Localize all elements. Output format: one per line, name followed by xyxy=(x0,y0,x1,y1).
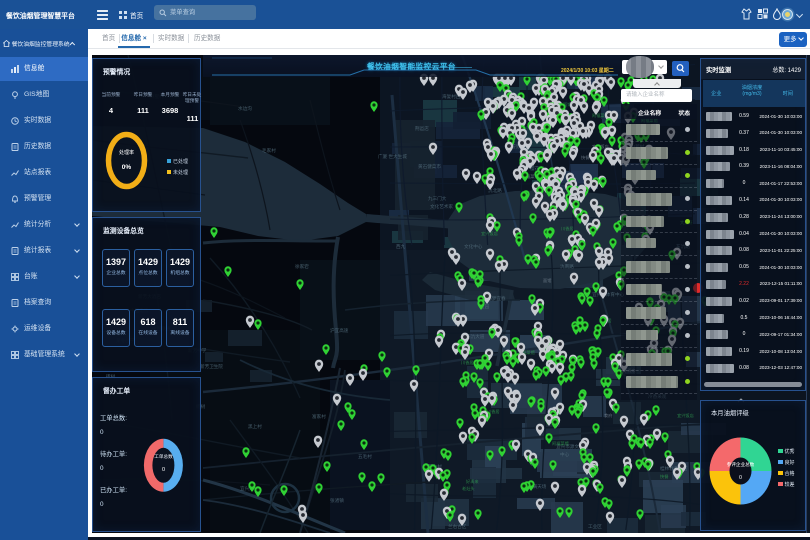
svg-text:水边沟: 水边沟 xyxy=(238,105,252,112)
svg-text:食府: 食府 xyxy=(604,412,612,419)
svg-text:快餐: 快餐 xyxy=(660,473,669,480)
svg-text:文化中心: 文化中心 xyxy=(464,243,483,250)
svg-text:张渚镇: 张渚镇 xyxy=(330,497,344,504)
svg-text:广厦 世大生城: 广厦 世大生城 xyxy=(378,153,407,160)
svg-text:五毛村: 五毛村 xyxy=(358,453,372,459)
svg-text:工业区: 工业区 xyxy=(588,523,602,529)
svg-text:氿南路: 氿南路 xyxy=(560,263,574,270)
svg-text:新芳卫生院: 新芳卫生院 xyxy=(200,363,223,370)
svg-text:川香居: 川香居 xyxy=(461,359,474,366)
svg-text:九三门大: 九三门大 xyxy=(428,195,447,202)
svg-text:文化艺术家: 文化艺术家 xyxy=(430,203,453,210)
svg-text:荆邑店: 荆邑店 xyxy=(415,125,429,132)
svg-text:宜兴饭店: 宜兴饭店 xyxy=(677,412,694,419)
svg-text:阿福菜馆: 阿福菜馆 xyxy=(552,440,569,447)
svg-text:富家村: 富家村 xyxy=(312,413,326,420)
svg-text:好再来: 好再来 xyxy=(466,478,479,485)
svg-text:西九: 西九 xyxy=(396,243,406,250)
svg-text:川香居: 川香居 xyxy=(561,225,574,232)
svg-text:徐家宕: 徐家宕 xyxy=(295,263,309,270)
svg-text:黄石健菜市: 黄石健菜市 xyxy=(418,163,441,170)
svg-text:宜兴市体育中心: 宜兴市体育中心 xyxy=(592,291,625,298)
svg-text:老灶头: 老灶头 xyxy=(462,485,475,492)
svg-text:沪宜高速: 沪宜高速 xyxy=(330,327,349,334)
svg-text:兰右古区: 兰右古区 xyxy=(448,523,467,530)
svg-text:黑上村: 黑上村 xyxy=(248,423,262,430)
svg-text:中心: 中心 xyxy=(560,451,570,458)
svg-text:毛家村: 毛家村 xyxy=(262,147,276,153)
svg-text:面馆: 面馆 xyxy=(543,277,551,284)
